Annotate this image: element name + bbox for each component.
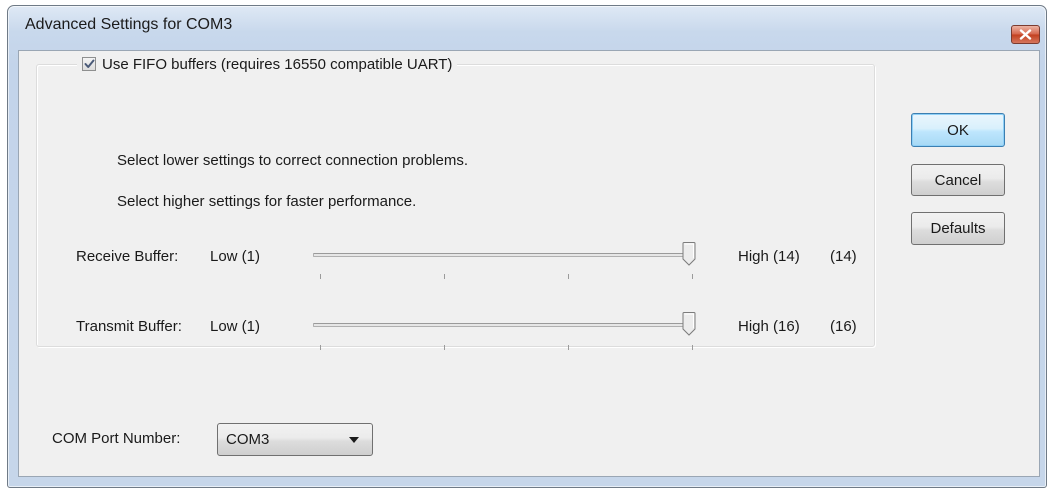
receive-buffer-tick	[568, 274, 569, 279]
transmit-buffer-label: Transmit Buffer:	[76, 318, 182, 335]
transmit-buffer-tick	[568, 345, 569, 350]
com-port-label: COM Port Number:	[52, 430, 181, 447]
window-title: Advanced Settings for COM3	[25, 16, 233, 33]
fifo-checkbox-label[interactable]: Use FIFO buffers (requires 16550 compati…	[102, 56, 452, 73]
receive-buffer-label: Receive Buffer:	[76, 248, 179, 265]
transmit-buffer-tick	[444, 345, 445, 350]
hint-lower-text: Select lower settings to correct connect…	[117, 152, 468, 169]
receive-buffer-high-label: High (14)	[738, 248, 800, 265]
transmit-buffer-tick	[692, 345, 693, 350]
close-icon	[1019, 29, 1032, 40]
com-port-dropdown[interactable]: COM3	[217, 423, 373, 456]
fifo-checkbox-row[interactable]: Use FIFO buffers (requires 16550 compati…	[77, 51, 458, 77]
hint-higher-text: Select higher settings for faster perfor…	[117, 193, 417, 210]
checkmark-icon	[84, 59, 94, 68]
title-bar[interactable]: Advanced Settings for COM3	[8, 6, 1046, 44]
defaults-button[interactable]: Defaults	[911, 212, 1005, 245]
receive-buffer-slider-thumb[interactable]	[682, 242, 696, 266]
receive-buffer-tick	[692, 274, 693, 279]
receive-buffer-slider-track[interactable]	[313, 253, 695, 257]
receive-buffer-tick	[320, 274, 321, 279]
receive-buffer-tick	[444, 274, 445, 279]
transmit-buffer-slider-thumb[interactable]	[682, 312, 696, 336]
ok-button[interactable]: OK	[911, 113, 1005, 147]
com-port-selected-value: COM3	[226, 431, 270, 448]
close-button[interactable]	[1011, 25, 1040, 44]
transmit-buffer-tick	[320, 345, 321, 350]
chevron-down-icon	[349, 437, 359, 443]
transmit-buffer-current-value: (16)	[830, 318, 857, 335]
receive-buffer-low-label: Low (1)	[210, 248, 261, 265]
transmit-buffer-slider-track[interactable]	[313, 323, 695, 327]
transmit-buffer-high-label: High (16)	[738, 318, 800, 335]
cancel-button[interactable]: Cancel	[911, 164, 1005, 196]
receive-buffer-current-value: (14)	[830, 248, 857, 265]
fifo-checkbox[interactable]	[82, 57, 96, 71]
transmit-buffer-low-label: Low (1)	[210, 318, 261, 335]
